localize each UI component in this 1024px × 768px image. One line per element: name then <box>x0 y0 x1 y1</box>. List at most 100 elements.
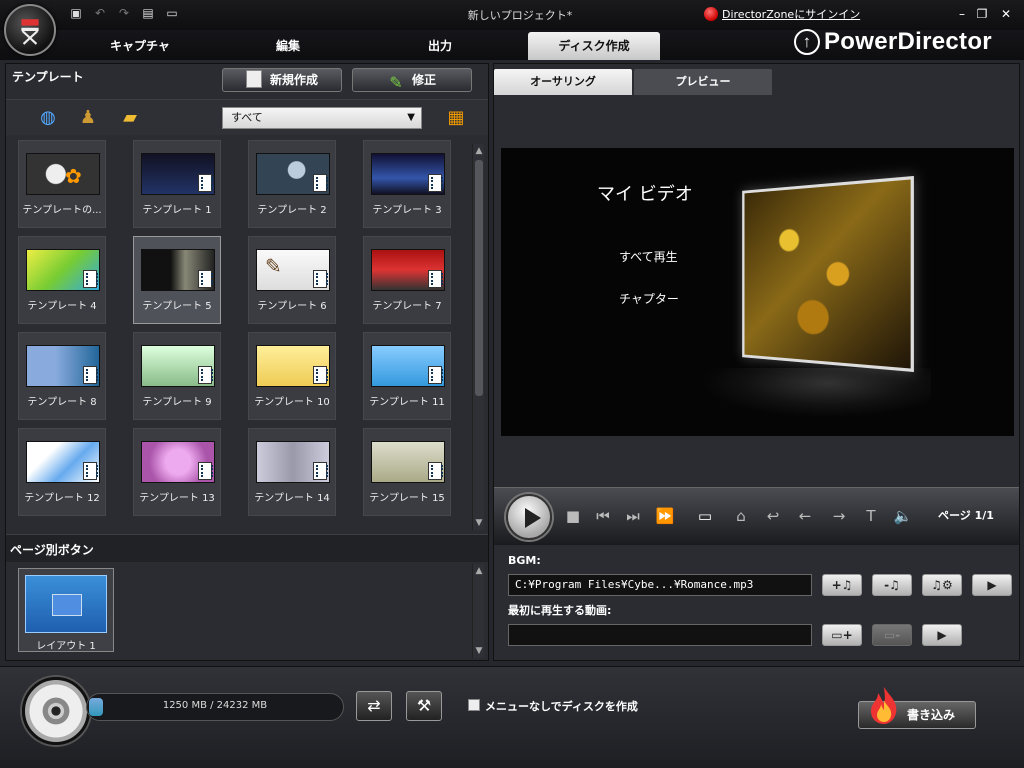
text-icon[interactable]: T <box>860 506 882 526</box>
template-item[interactable]: テンプレート 7 <box>363 236 451 324</box>
add-music-button[interactable]: +♫ <box>822 574 862 596</box>
template-thumbnail <box>141 249 215 291</box>
scroll-up-icon[interactable]: ▲ <box>474 566 484 576</box>
edit-button-label: 修正 <box>411 73 436 87</box>
open-folder-icon[interactable]: ▭ <box>164 5 180 21</box>
template-item[interactable]: テンプレート 1 <box>133 140 221 228</box>
tab-authoring[interactable]: オーサリング <box>494 69 632 95</box>
remove-music-button[interactable]: -♫ <box>872 574 912 596</box>
menu-preview: マイ ビデオ すべて再生 チャプター <box>501 148 1014 436</box>
play-video-button[interactable]: ▶ <box>922 624 962 646</box>
template-label: テンプレート 11 <box>369 397 445 408</box>
edit-template-button[interactable]: ✎ 修正 <box>352 68 472 92</box>
template-item[interactable]: テンプレート 12 <box>18 428 106 516</box>
scroll-thumb[interactable] <box>475 160 483 396</box>
undo-icon[interactable]: ↶ <box>92 5 108 21</box>
play-button[interactable] <box>506 494 552 540</box>
tab-create-disc[interactable]: ディスク作成 <box>528 32 660 60</box>
burn-button-label: 書き込み <box>907 708 956 722</box>
minimize-icon[interactable]: – <box>955 7 969 21</box>
import-folder-icon[interactable]: ▰ <box>118 108 142 128</box>
template-item[interactable]: テンプレート 10 <box>248 332 336 420</box>
directorzone-signin-link[interactable]: DirectorZoneにサインイン <box>704 6 860 22</box>
template-item[interactable]: テンプレート 15 <box>363 428 451 516</box>
tab-capture[interactable]: キャプチャ <box>92 32 188 60</box>
template-item[interactable]: ✎ テンプレート 6 <box>248 236 336 324</box>
globe-icon[interactable]: ◍ <box>36 108 60 128</box>
add-video-button[interactable]: ▭+ <box>822 624 862 646</box>
home-icon[interactable]: ⌂ <box>730 506 752 526</box>
template-thumbnail <box>256 153 330 195</box>
screen-icon[interactable]: ▭ <box>694 506 716 526</box>
left-arrow-icon[interactable]: ← <box>794 506 816 526</box>
menu-title-text[interactable]: マイ ビデオ <box>597 180 693 206</box>
tab-preview[interactable]: プレビュー <box>634 69 772 95</box>
template-item-selected[interactable]: テンプレート 5 <box>133 236 221 324</box>
app-logo-icon <box>4 4 56 56</box>
menu-play-all-button[interactable]: すべて再生 <box>619 248 678 265</box>
stop-icon[interactable]: ■ <box>562 506 584 526</box>
scroll-down-icon[interactable]: ▼ <box>474 518 484 528</box>
template-item[interactable]: テンプレート 4 <box>18 236 106 324</box>
flame-icon <box>871 687 897 724</box>
volume-icon[interactable]: 🔈 <box>892 506 914 526</box>
template-item[interactable]: テンプレート 2 <box>248 140 336 228</box>
template-label: テンプレート 4 <box>27 301 97 312</box>
disc-icon[interactable] <box>22 677 90 745</box>
redo-icon[interactable]: ↷ <box>116 5 132 21</box>
directorzone-icon <box>704 7 718 21</box>
fast-forward-icon[interactable]: ⏩ <box>654 506 676 526</box>
template-label: テンプレート 6 <box>257 301 327 312</box>
save-icon[interactable]: ▣ <box>68 5 84 21</box>
template-scrollbar[interactable]: ▲ ▼ <box>472 144 484 530</box>
scroll-up-icon[interactable]: ▲ <box>474 146 484 156</box>
no-menu-checkbox[interactable] <box>468 699 480 711</box>
play-music-button[interactable]: ▶ <box>972 574 1012 596</box>
ribbon-icon: ✿ <box>65 164 82 188</box>
template-item[interactable]: テンプレート 9 <box>133 332 221 420</box>
layout-item-selected[interactable]: レイアウト 1 <box>18 568 114 652</box>
title-bar: ▣ ↶ ↷ ▤ ▭ 新しいプロジェクト* DirectorZoneにサインイン … <box>0 0 1024 30</box>
template-thumbnail <box>256 441 330 483</box>
bgm-path-field[interactable]: C:¥Program Files¥Cybe...¥Romance.mp3 <box>508 574 812 596</box>
close-icon[interactable]: ✕ <box>999 7 1013 21</box>
template-item[interactable]: テンプレート 13 <box>133 428 221 516</box>
music-settings-button[interactable]: ♫⚙ <box>922 574 962 596</box>
pencil-icon: ✎ <box>389 73 403 92</box>
new-file-icon[interactable]: ▤ <box>140 5 156 21</box>
template-item[interactable]: テンプレート 11 <box>363 332 451 420</box>
template-item[interactable]: テンプレート 8 <box>18 332 106 420</box>
template-item[interactable]: テンプレート 3 <box>363 140 451 228</box>
download-template-icon[interactable]: ▦ <box>444 108 468 128</box>
previous-icon[interactable]: ⏮ <box>592 506 614 526</box>
restore-icon[interactable]: ❐ <box>975 7 989 21</box>
layout-label: レイアウト 1 <box>36 641 96 652</box>
template-label: テンプレート 12 <box>24 493 100 504</box>
tab-edit[interactable]: 編集 <box>240 32 336 60</box>
remove-video-button[interactable]: ▭- <box>872 624 912 646</box>
template-filter-select[interactable]: すべて ▼ <box>222 107 422 129</box>
template-thumbnail <box>26 345 100 387</box>
swap-disc-button[interactable]: ⇄ <box>356 691 392 721</box>
right-arrow-icon[interactable]: → <box>828 506 850 526</box>
first-play-field[interactable] <box>508 624 812 646</box>
bottom-bar: 1250 MB / 24232 MB ⇄ ⚒ メニューなしでディスクを作成 書き… <box>0 666 1024 768</box>
scroll-down-icon[interactable]: ▼ <box>474 646 484 656</box>
bgm-label: BGM: <box>508 554 541 567</box>
template-label: テンプレート 13 <box>139 493 215 504</box>
project-title: 新しいプロジェクト* <box>467 9 573 22</box>
template-thumbnail <box>26 441 100 483</box>
next-icon[interactable]: ⏭ <box>622 506 644 526</box>
template-item[interactable]: テンプレート 14 <box>248 428 336 516</box>
layout-scrollbar[interactable]: ▲ ▼ <box>472 564 484 658</box>
tab-produce[interactable]: 出力 <box>392 32 488 60</box>
disc-capacity-bar: 1250 MB / 24232 MB <box>86 693 344 721</box>
template-label: テンプレート 3 <box>372 205 442 216</box>
menu-chapters-button[interactable]: チャプター <box>619 290 679 307</box>
users-globe-icon[interactable]: ♟ <box>76 108 100 128</box>
return-icon[interactable]: ↩ <box>762 506 784 526</box>
new-template-button[interactable]: 新規作成 <box>222 68 342 92</box>
template-item[interactable]: ✿ テンプレートの... <box>18 140 106 228</box>
disc-settings-button[interactable]: ⚒ <box>406 691 442 721</box>
upgrade-icon[interactable]: ↑ <box>794 29 820 55</box>
